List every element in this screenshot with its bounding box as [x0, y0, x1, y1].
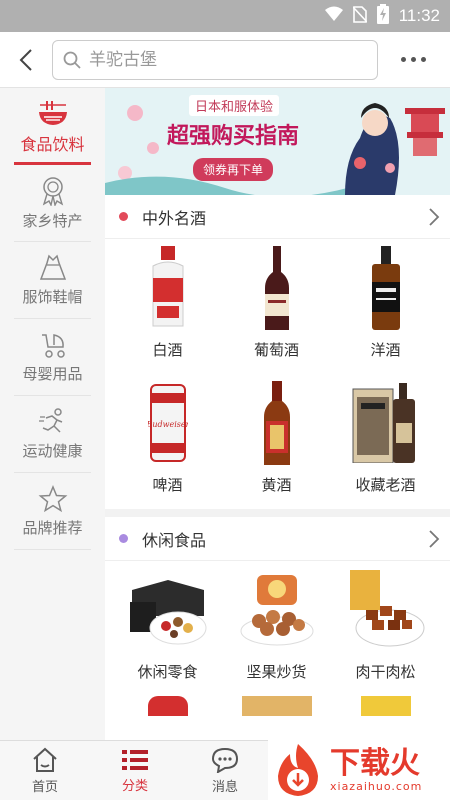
- sidebar-item-label: 服饰鞋帽: [22, 288, 83, 306]
- search-input[interactable]: [89, 49, 349, 70]
- banner-coupon-button[interactable]: 领券再下单: [193, 158, 274, 181]
- sidebar-item-label: 家乡特产: [22, 212, 83, 230]
- section-title: 中外名酒: [142, 208, 207, 228]
- no-sim-icon: [352, 5, 368, 27]
- noodle-bowl-icon: [38, 100, 67, 125]
- chevron-right-icon: [429, 530, 440, 548]
- sidebar-item-brands[interactable]: 品牌推荐: [0, 473, 105, 550]
- dress-icon: [39, 254, 66, 280]
- sidebar-item-apparel[interactable]: 服饰鞋帽: [0, 242, 105, 319]
- back-button[interactable]: [0, 32, 52, 88]
- category-cell-jerky[interactable]: 肉干肉松: [331, 561, 440, 696]
- product-grid-snacks: 休闲零食 坚果炒货 肉干肉松: [105, 561, 450, 696]
- home-icon: [33, 747, 57, 772]
- category-cell-vintage-liquor[interactable]: 收藏老酒: [331, 374, 440, 509]
- section-header-snacks[interactable]: 休闲食品: [105, 517, 450, 561]
- wifi-icon: [324, 6, 343, 26]
- baijiu-bottle-image: [123, 243, 213, 333]
- product-grid-liquor: 白酒 葡萄酒 洋酒 Budweiser 啤酒 黄酒 收藏老酒: [105, 239, 450, 509]
- list-icon: [122, 749, 148, 770]
- tab-messages[interactable]: 消息: [180, 741, 270, 800]
- sidebar-item-baby[interactable]: 母婴用品: [0, 319, 105, 396]
- tab-label: 消息: [211, 779, 238, 795]
- section-title: 休闲食品: [142, 530, 207, 550]
- jerky-bowl-image: [341, 565, 431, 655]
- ribbon-badge-icon: [42, 177, 63, 206]
- sidebar-item-sports[interactable]: 运动健康: [0, 396, 105, 473]
- category-cell-huangjiu[interactable]: 黄酒: [222, 374, 331, 509]
- tab-label: 首页: [31, 779, 58, 795]
- search-icon: [63, 51, 81, 69]
- battery-charging-icon: [376, 4, 389, 28]
- more-dots-icon: [400, 57, 406, 62]
- banner-title: 超强购买指南: [167, 124, 300, 149]
- watermark-url: xiazaihuo.com: [330, 779, 423, 793]
- category-name: 收藏老酒: [355, 476, 416, 494]
- promo-banner[interactable]: 日本和服体验 超强购买指南 领券再下单: [105, 88, 450, 195]
- category-cell-snacks[interactable]: 休闲零食: [113, 561, 222, 696]
- category-name: 休闲零食: [137, 663, 198, 681]
- running-person-icon: [38, 408, 62, 433]
- category-cell-baijiu[interactable]: 白酒: [113, 239, 222, 374]
- section-divider: [105, 509, 450, 517]
- category-cell-wine[interactable]: 葡萄酒: [222, 239, 331, 374]
- section-dot: [119, 534, 128, 543]
- category-cell-beer[interactable]: Budweiser 啤酒: [113, 374, 222, 509]
- banner-subtitle: 日本和服体验: [189, 95, 280, 116]
- category-name: 洋酒: [370, 341, 401, 359]
- category-content: 日本和服体验 超强购买指南 领券再下单 中外名酒 白酒 葡萄酒 洋酒 Budwe…: [105, 88, 450, 740]
- section-header-liquor[interactable]: 中外名酒: [105, 195, 450, 239]
- tab-category[interactable]: 分类: [90, 741, 180, 800]
- wine-bottle-image: [232, 243, 322, 333]
- chevron-left-icon: [19, 48, 32, 71]
- category-name: 黄酒: [261, 476, 292, 494]
- sidebar-item-label: 母婴用品: [22, 365, 83, 383]
- category-name: 坚果炒货: [246, 663, 307, 681]
- vintage-liquor-box-image: [341, 378, 431, 468]
- chat-bubble-icon: [211, 747, 239, 773]
- nuts-bowl-image: [232, 565, 322, 655]
- snack-box-image: [123, 565, 213, 655]
- stroller-icon: [41, 334, 65, 358]
- whisky-bottle-image: [341, 243, 431, 333]
- sidebar-item-label: 运动健康: [22, 442, 83, 460]
- section-dot: [119, 212, 128, 221]
- tab-home[interactable]: 首页: [0, 741, 90, 800]
- xiazaihuo-watermark: 下载火 xiazaihuo.com: [268, 740, 450, 800]
- category-cell-nuts[interactable]: 坚果炒货: [222, 561, 331, 696]
- category-name: 啤酒: [152, 476, 183, 494]
- status-time: 11:32: [398, 6, 440, 25]
- tab-label: 分类: [121, 778, 148, 794]
- partial-product-image: [222, 696, 331, 716]
- svg-text:Budweiser: Budweiser: [148, 420, 188, 429]
- header: [0, 32, 450, 88]
- sidebar-item-label: 品牌推荐: [22, 519, 83, 537]
- category-sidebar: 食品饮料 家乡特产 服饰鞋帽 母婴用品 运动健康 品牌推荐: [0, 88, 105, 740]
- more-menu-button[interactable]: [378, 32, 448, 88]
- partial-product-image: [331, 696, 440, 716]
- product-grid-snacks-next-row: [105, 696, 450, 716]
- watermark-text: 下载火: [330, 745, 420, 781]
- partial-product-image: [113, 696, 222, 716]
- status-bar: 11:32: [0, 0, 450, 32]
- beer-can-image: Budweiser: [123, 378, 213, 468]
- sidebar-item-food-drink[interactable]: 食品饮料: [0, 88, 105, 165]
- flame-logo-icon: [278, 744, 318, 796]
- star-icon: [38, 485, 67, 513]
- huangjiu-bottle-image: [232, 378, 322, 468]
- chevron-right-icon: [429, 208, 440, 226]
- category-name: 白酒: [152, 341, 183, 359]
- search-box[interactable]: [52, 39, 378, 80]
- category-name: 葡萄酒: [253, 341, 299, 359]
- sidebar-item-label: 食品饮料: [20, 134, 85, 154]
- category-name: 肉干肉松: [355, 663, 416, 681]
- sidebar-item-local-specialty[interactable]: 家乡特产: [0, 165, 105, 242]
- category-cell-spirits[interactable]: 洋酒: [331, 239, 440, 374]
